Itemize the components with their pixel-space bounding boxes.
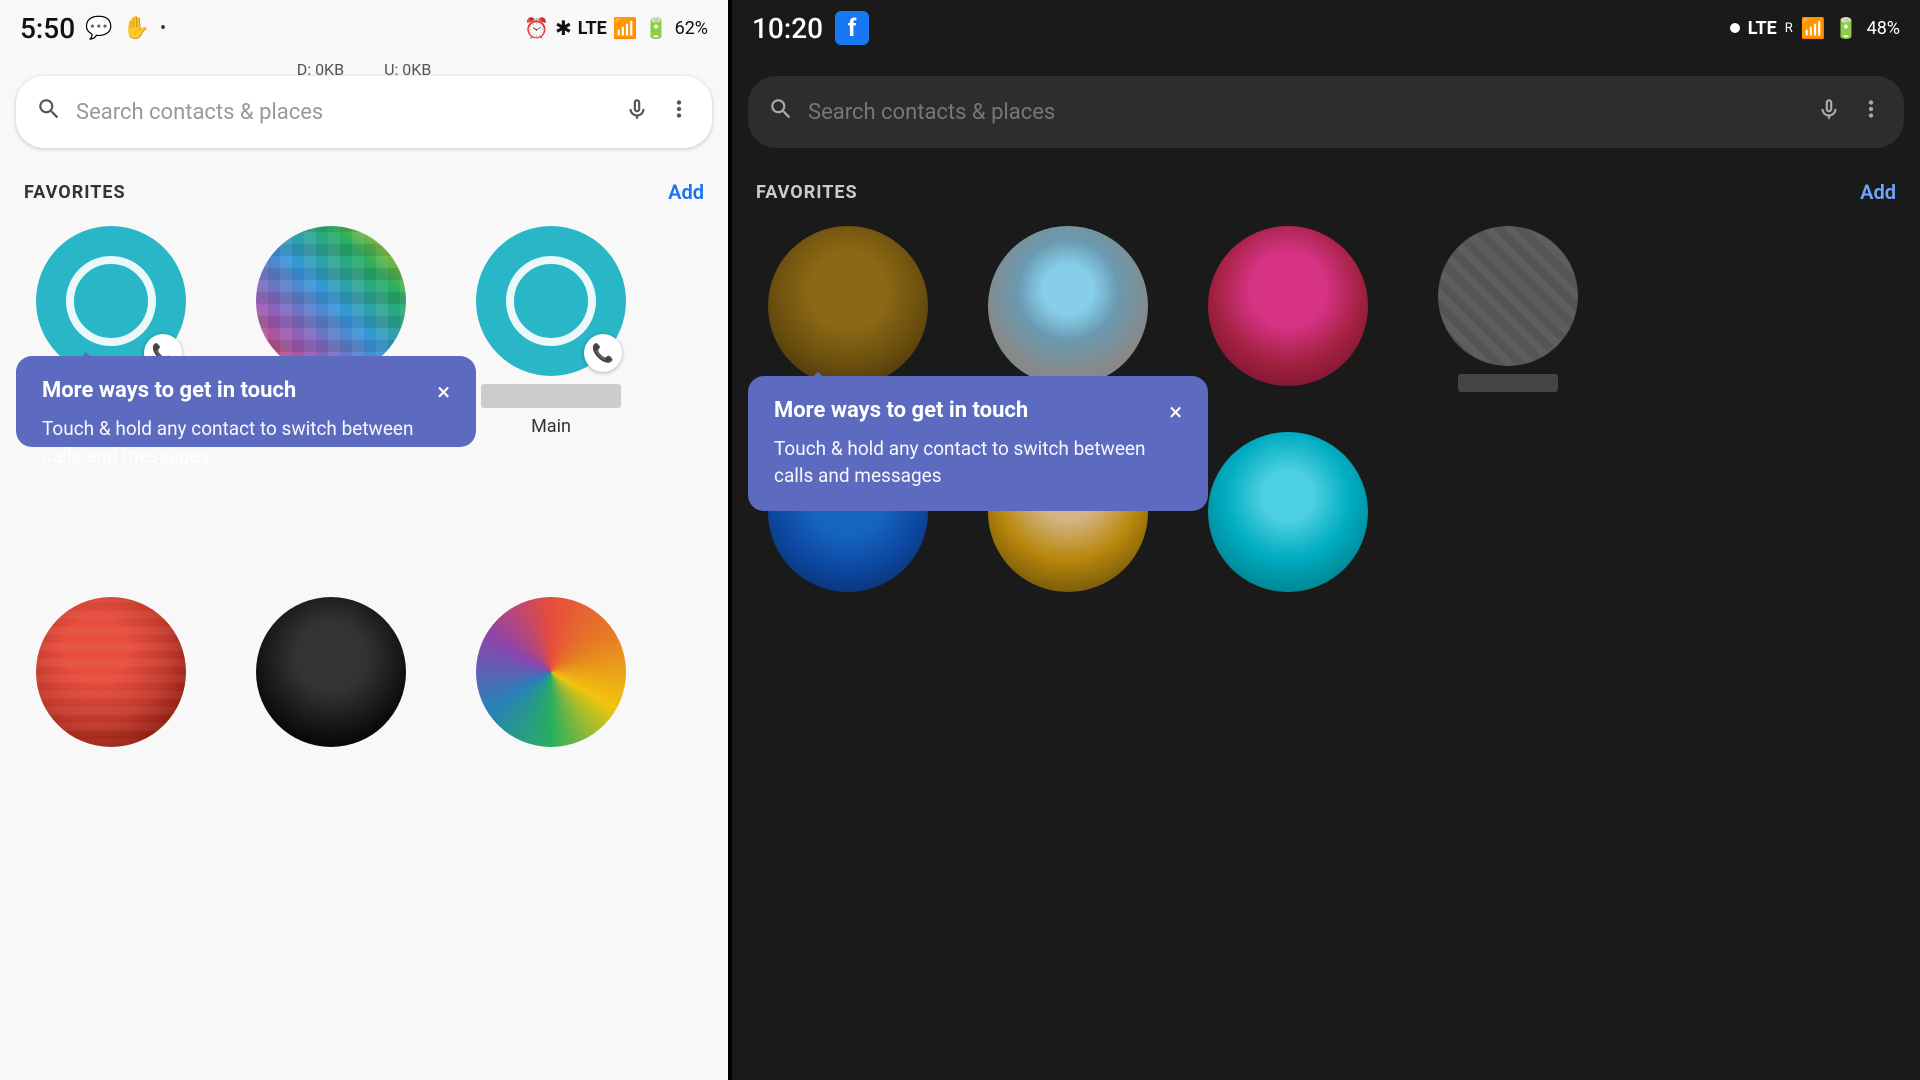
avatar-3-right (1208, 226, 1368, 386)
avatar-1-right (768, 226, 928, 386)
search-icon-right (768, 96, 794, 129)
status-bar-right: 10:20 f LTE R 📶 🔋 48% (732, 0, 1920, 56)
search-placeholder-right: Search contacts & places (808, 100, 1816, 125)
avatar-2-right (988, 226, 1148, 386)
favorites-title-right: FAVORITES (756, 182, 858, 203)
avatar-bottom-3 (476, 597, 626, 747)
battery-pct: 62% (675, 18, 708, 39)
favorites-title-left: FAVORITES (24, 182, 126, 203)
search-icon (36, 96, 62, 129)
time-right: 10:20 (752, 12, 823, 45)
add-button-left[interactable]: Add (668, 180, 704, 204)
avatar-wrap-1: 📞 (36, 226, 186, 376)
tooltip-title-left: More ways to get in touch (42, 378, 427, 403)
status-right-left: ⏰ ✱ LTE 📶 🔋 62% (524, 16, 708, 40)
signal-icon: 📶 (613, 16, 638, 40)
contact-3-name: Main (531, 416, 571, 437)
contact-4-name-bar (1458, 374, 1558, 392)
contact-bottom-1-left[interactable] (16, 597, 206, 747)
upload-counter: U: 0KB (384, 60, 431, 79)
contact-2-right[interactable] (968, 226, 1168, 392)
status-bar-left: 5:50 💬 ✋ • ⏰ ✱ LTE 📶 🔋 62% (0, 0, 728, 56)
alarm-icon: ⏰ (524, 16, 549, 40)
contact-4-right[interactable] (1408, 226, 1608, 392)
search-bar-left[interactable]: Search contacts & places (16, 76, 712, 148)
facebook-icon: f (835, 11, 869, 45)
avatar-bottom-3-right (1208, 432, 1368, 592)
avatar-wrap-3: 📞 (476, 226, 626, 376)
contact-1-left[interactable]: 📞 More ways to get in touch × Touch & ho… (16, 226, 206, 437)
avatar-ring-1 (66, 256, 156, 346)
contacts-row-right: More ways to get in touch × Touch & hold… (732, 216, 1920, 402)
favorites-header-right: FAVORITES Add (732, 168, 1920, 216)
download-counter: D: 0KB (297, 60, 344, 79)
tooltip-right: More ways to get in touch × Touch & hold… (748, 376, 1208, 511)
search-bar-right[interactable]: Search contacts & places (748, 76, 1904, 148)
signal-icon-right: 📶 (1801, 16, 1826, 40)
battery-icon: 🔋 (644, 16, 669, 40)
avatar-bottom-2 (256, 597, 406, 747)
tooltip-header-left: More ways to get in touch × (42, 378, 450, 406)
tooltip-left: More ways to get in touch × Touch & hold… (16, 356, 476, 447)
dot-indicator (1730, 23, 1740, 33)
contact-bottom-3-left[interactable] (456, 597, 646, 747)
contact-1-right[interactable]: More ways to get in touch × Touch & hold… (748, 226, 948, 392)
avatar-wrap-2 (256, 226, 406, 376)
battery-icon-right: 🔋 (1834, 16, 1859, 40)
lte-superscript: R (1785, 21, 1793, 36)
battery-pct-right: 48% (1867, 18, 1900, 39)
contact-3-right[interactable] (1188, 226, 1388, 392)
mic-icon-right[interactable] (1816, 96, 1842, 129)
hand-icon: ✋ (123, 16, 150, 41)
left-panel: 5:50 💬 ✋ • ⏰ ✱ LTE 📶 🔋 62% D: 0KB U: 0KB… (0, 0, 728, 1080)
more-options-icon-left[interactable] (666, 96, 692, 129)
tooltip-body-right: Touch & hold any contact to switch betwe… (774, 436, 1182, 489)
avatar-ring-3 (506, 256, 596, 346)
more-options-icon-right[interactable] (1858, 96, 1884, 129)
dot-icon: • (160, 18, 166, 39)
phone-badge-3: 📞 (584, 334, 622, 372)
mic-icon-left[interactable] (624, 96, 650, 129)
tooltip-body-left: Touch & hold any contact to switch betwe… (42, 416, 450, 469)
avatar-bottom-1 (36, 597, 186, 747)
message-icon: 💬 (85, 16, 112, 41)
tooltip-title-right: More ways to get in touch (774, 398, 1159, 423)
add-button-right[interactable]: Add (1860, 180, 1896, 204)
bluetooth-icon: ✱ (555, 16, 572, 40)
contact-bottom-3-right[interactable] (1188, 432, 1388, 592)
contacts-row-left: 📞 More ways to get in touch × Touch & ho… (0, 216, 728, 447)
contact-3-left[interactable]: 📞 Main (456, 226, 646, 437)
data-counter: D: 0KB U: 0KB (297, 60, 432, 79)
favorites-header-left: FAVORITES Add (0, 168, 728, 216)
search-placeholder-left: Search contacts & places (76, 100, 624, 125)
contact-name-bar (481, 384, 621, 408)
lte-label-right: LTE (1748, 18, 1777, 39)
avatar-2 (256, 226, 406, 376)
contacts-bottom-row-left (0, 587, 728, 757)
tooltip-close-right[interactable]: × (1169, 398, 1182, 426)
lte-label: LTE (578, 18, 607, 39)
avatar-4-right (1438, 226, 1578, 366)
status-icons-right: LTE R 📶 🔋 48% (1730, 16, 1900, 40)
right-panel: 10:20 f LTE R 📶 🔋 48% Search contacts & … (732, 0, 1920, 1080)
status-left-info: 5:50 💬 ✋ • (20, 12, 166, 45)
tooltip-header-right: More ways to get in touch × (774, 398, 1182, 426)
time-left: 5:50 (20, 12, 75, 45)
contact-bottom-2-left[interactable] (236, 597, 426, 747)
status-right-info: 10:20 f (752, 11, 869, 45)
tooltip-close-left[interactable]: × (437, 378, 450, 406)
